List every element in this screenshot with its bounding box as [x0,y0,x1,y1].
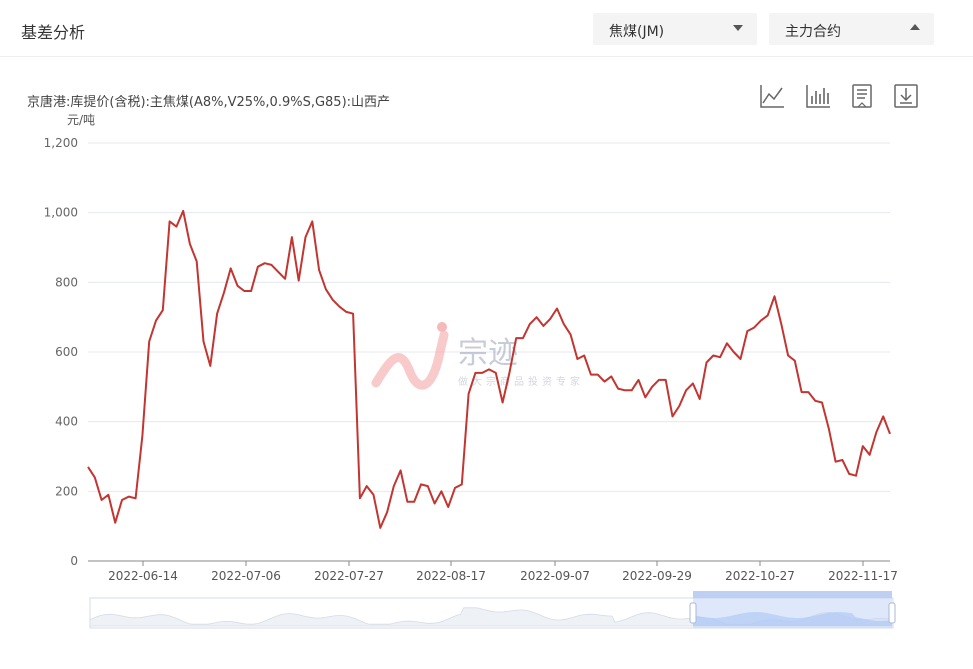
y-axis-unit: 元/吨 [67,113,96,127]
x-tick-label: 2022-10-27 [725,569,795,583]
x-tick-label: 2022-09-29 [622,569,692,583]
line-chart-icon[interactable] [758,82,786,110]
series-line [87,209,891,529]
y-tick-label: 800 [55,275,78,289]
x-tick-label: 2022-06-14 [108,569,178,583]
y-tick-label: 0 [70,554,78,568]
y-tick-label: 600 [55,345,78,359]
watermark-slogan: 做大宗商品投资专家 [458,375,584,388]
y-tick-label: 1,000 [44,206,78,220]
y-tick-label: 400 [55,415,78,429]
watermark: 宗迹 做大宗商品投资专家 [371,322,584,390]
chart-title: 京唐港:库提价(含税):主焦煤(A8%,V25%,0.9%S,G85):山西产 [27,95,391,110]
download-icon[interactable] [892,82,920,110]
x-tick-label: 2022-08-17 [416,569,486,583]
page-title: 基差分析 [21,23,86,42]
data-view-icon[interactable] [848,82,876,110]
x-tick-label: 2022-11-17 [828,569,898,583]
data-zoom-slider [89,591,896,629]
chevron-down-icon [733,25,743,31]
watermark-brand: 宗迹 [458,336,518,371]
commodity-select[interactable]: 焦煤(JM) [593,13,757,45]
y-tick-label: 200 [55,484,78,498]
commodity-select-value: 焦煤(JM) [609,24,665,40]
x-tick-label: 2022-07-06 [211,569,281,583]
chevron-up-icon [910,24,920,30]
page-header: 基差分析 焦煤(JM) 主力合约 [0,0,973,57]
bar-chart-icon[interactable] [804,82,832,110]
x-tick-label: 2022-09-07 [520,569,590,583]
contract-select[interactable]: 主力合约 [769,13,934,45]
x-tick-label: 2022-07-27 [314,569,384,583]
y-tick-label: 1,200 [44,136,78,150]
contract-select-value: 主力合约 [785,24,841,40]
